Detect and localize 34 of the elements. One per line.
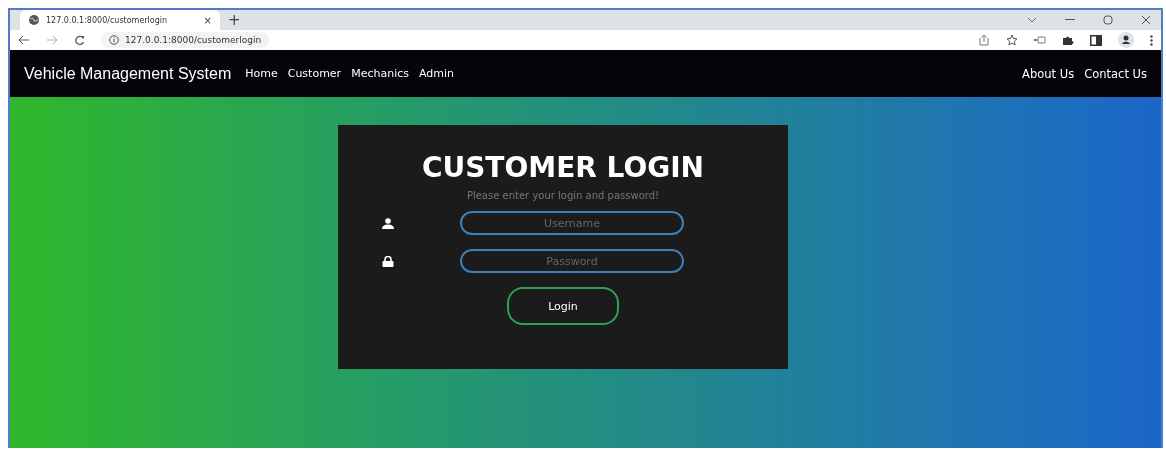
brand-link[interactable]: Vehicle Management System xyxy=(24,64,232,83)
input-field[interactable]: Password xyxy=(460,249,684,273)
user-icon xyxy=(382,217,394,229)
nav-link[interactable]: Contact Us xyxy=(1084,66,1147,81)
reload-icon[interactable] xyxy=(74,34,85,46)
share-icon[interactable] xyxy=(978,34,990,46)
input-field[interactable]: Username xyxy=(460,211,684,235)
lock-icon xyxy=(382,255,394,267)
nav-link[interactable]: Admin xyxy=(418,67,455,80)
side-panel-icon[interactable] xyxy=(1090,34,1102,46)
tab-title: 127.0.0.1:8000/customerlogin xyxy=(46,15,169,25)
browser-tab[interactable]: 127.0.0.1:8000/customerlogin × xyxy=(20,10,220,30)
nav-link[interactable]: Mechanics xyxy=(351,67,409,80)
close-icon[interactable] xyxy=(1141,15,1151,25)
nav-link[interactable]: About Us xyxy=(1022,66,1075,81)
star-icon[interactable] xyxy=(1006,34,1018,46)
chevron-down-icon[interactable] xyxy=(1027,17,1037,23)
login-subtitle: Please enter your login and password! xyxy=(466,190,660,201)
profile-icon[interactable] xyxy=(1118,32,1134,48)
puzzle-icon[interactable] xyxy=(1062,34,1074,46)
nav-link[interactable]: Customer xyxy=(287,67,342,80)
extension-icon[interactable] xyxy=(1034,36,1046,44)
menu-icon[interactable] xyxy=(1150,34,1153,46)
nav-link[interactable]: Home xyxy=(245,67,278,80)
minimize-icon[interactable] xyxy=(1065,19,1075,21)
globe-icon xyxy=(28,14,40,26)
close-tab-button[interactable]: × xyxy=(203,14,212,26)
login-button[interactable]: Login xyxy=(507,287,619,325)
restore-icon[interactable] xyxy=(1103,15,1113,25)
address-field[interactable]: 127.0.0.1:8000/customerlogin xyxy=(101,32,270,48)
info-icon xyxy=(109,35,119,45)
new-tab-button[interactable]: + xyxy=(228,11,241,29)
back-icon[interactable] xyxy=(18,35,30,45)
login-title: CUSTOMER LOGIN xyxy=(421,151,705,184)
